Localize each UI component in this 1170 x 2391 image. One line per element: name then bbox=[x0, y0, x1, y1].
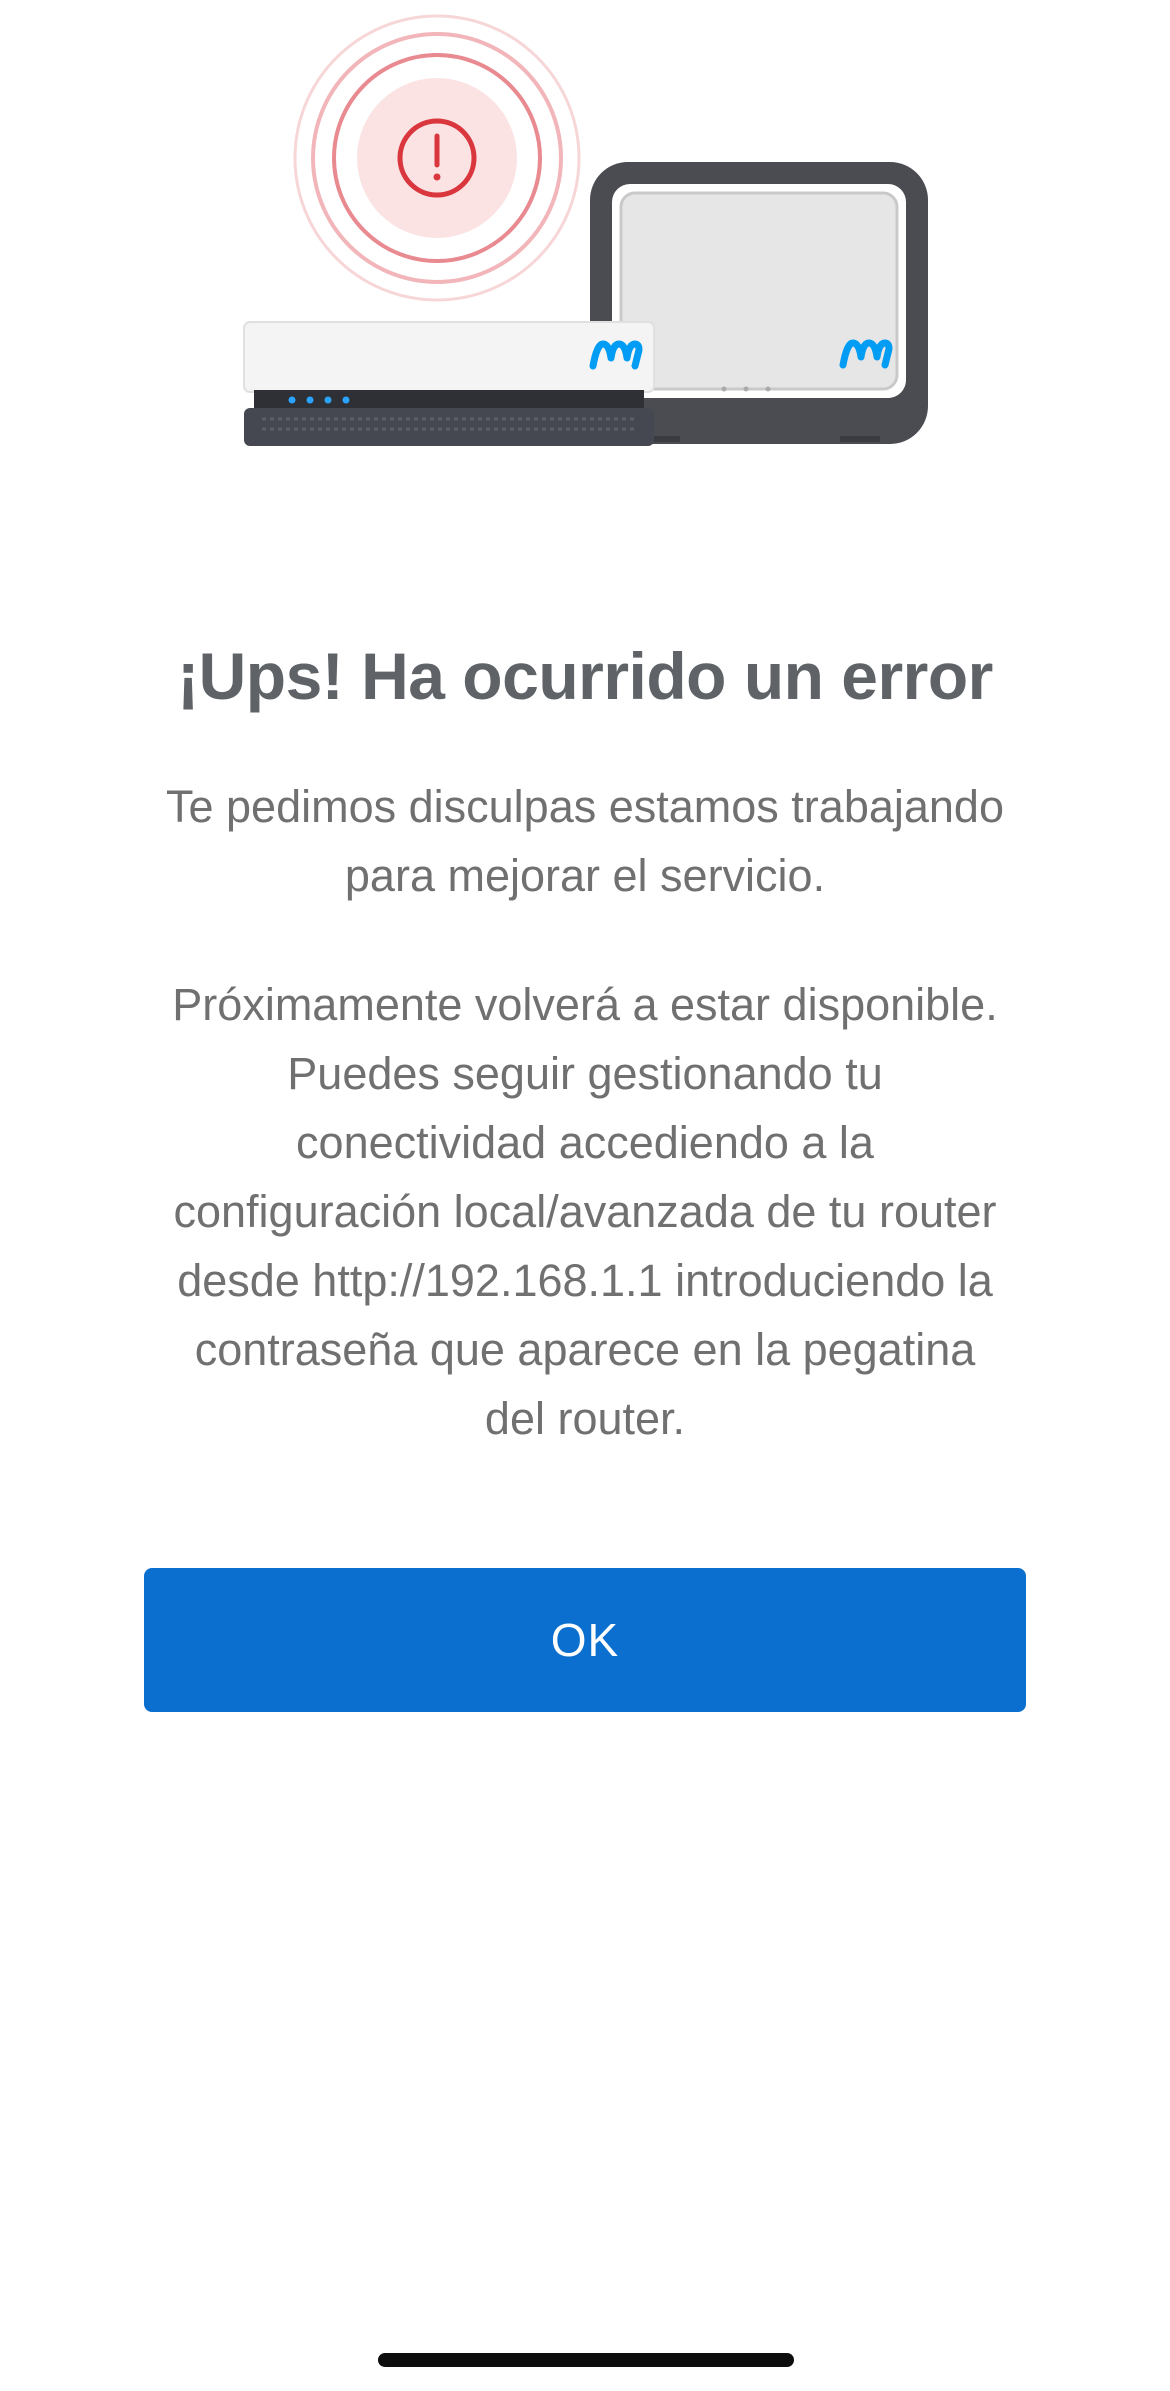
description-line: conectividad accediendo a la bbox=[296, 1117, 874, 1168]
home-indicator[interactable] bbox=[378, 2353, 794, 2367]
description-line: Próximamente volverá a estar disponible. bbox=[172, 979, 998, 1030]
subtitle-line: para mejorar el servicio. bbox=[344, 850, 826, 901]
router-device bbox=[243, 321, 655, 446]
description-line: contraseña que aparece en la pegatina bbox=[194, 1324, 976, 1375]
description-line: Puedes seguir gestionando tu bbox=[287, 1048, 883, 1099]
error-title: ¡Ups! Ha ocurrido un error bbox=[177, 639, 993, 713]
error-screen: ¡Ups! Ha ocurrido un error Te pedimos di… bbox=[0, 0, 1170, 2391]
error-illustration bbox=[243, 14, 928, 446]
error-description: Próximamente volverá a estar disponible.… bbox=[110, 970, 1060, 1453]
description-line: del router. bbox=[484, 1393, 686, 1444]
description-line: desde http://192.168.1.1 introduciendo l… bbox=[177, 1255, 993, 1306]
ok-button[interactable]: OK bbox=[144, 1568, 1026, 1712]
error-subtitle: Te pedimos disculpas estamos trabajando … bbox=[110, 772, 1060, 910]
subtitle-line: Te pedimos disculpas estamos trabajando bbox=[166, 781, 1004, 832]
description-line: configuración local/avanzada de tu route… bbox=[173, 1186, 997, 1237]
